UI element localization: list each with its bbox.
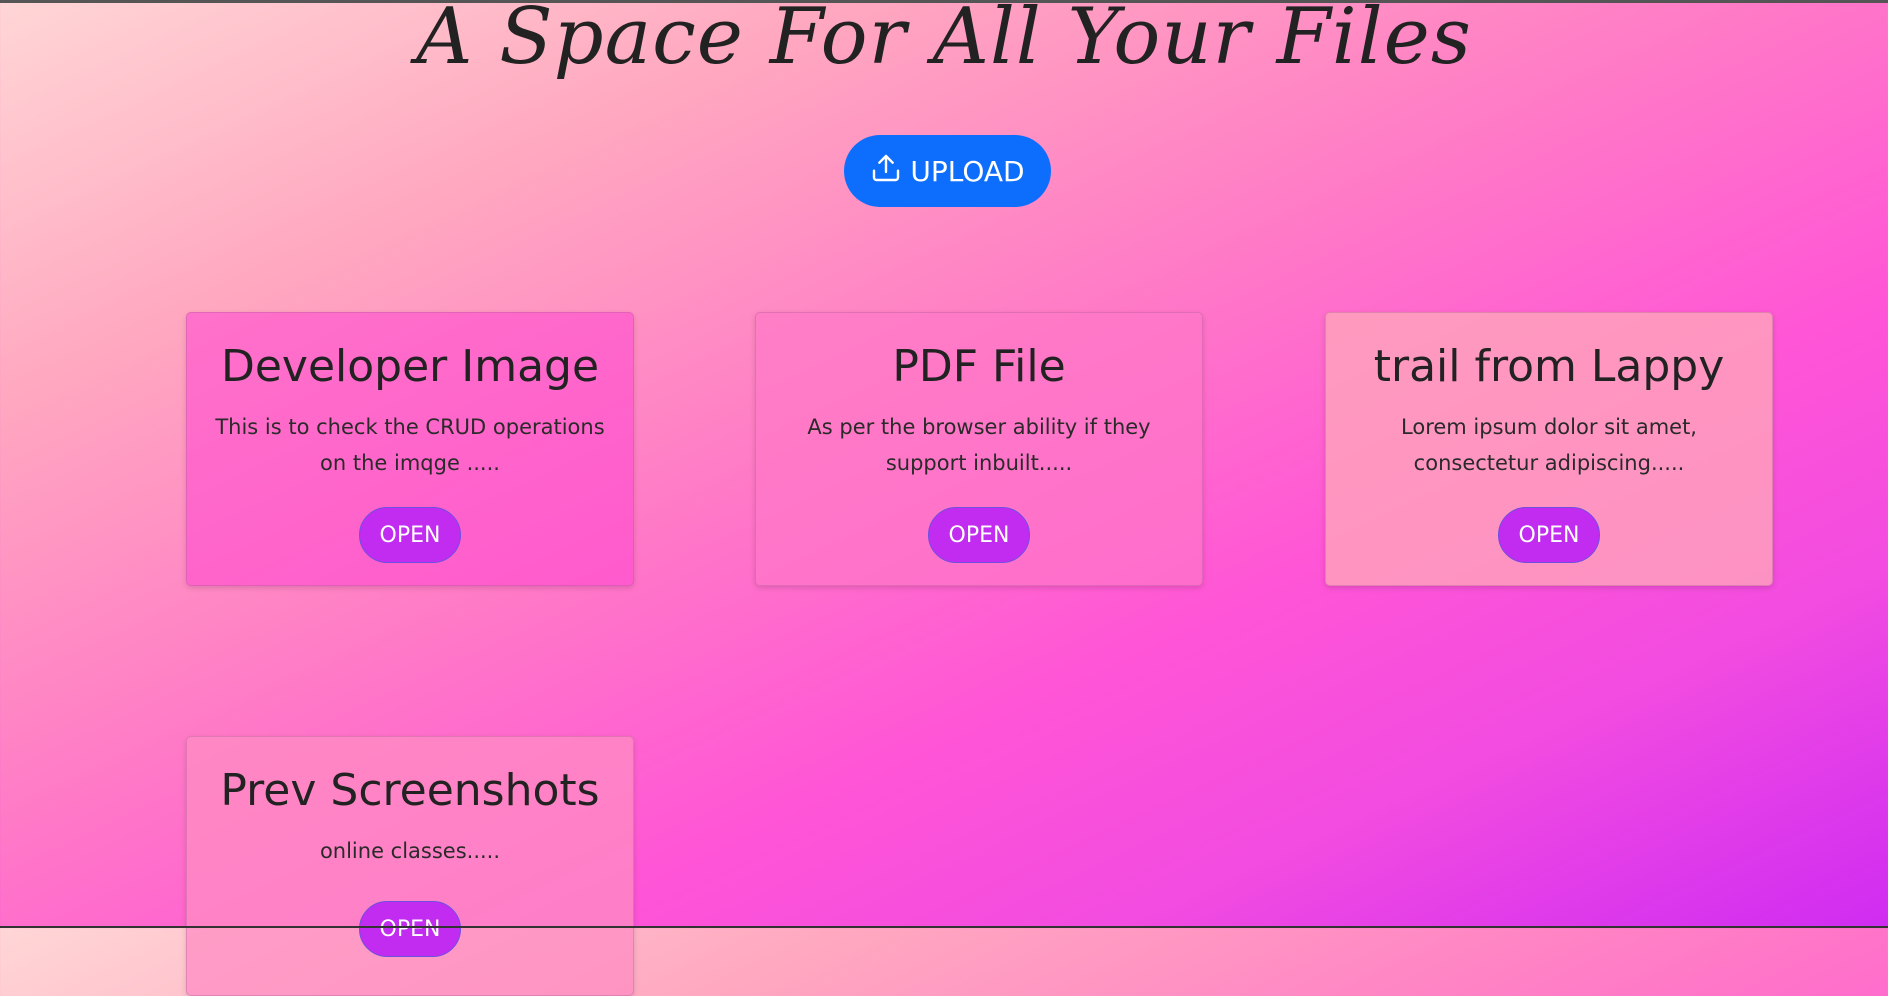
card-description: As per the browser ability if they suppo… xyxy=(807,415,1151,476)
file-card-prev-screenshots: Prev Screenshots online classes..... OPE… xyxy=(186,736,634,996)
card-title: Prev Screenshots xyxy=(220,765,600,816)
card-description: Lorem ipsum dolor sit amet, consectetur … xyxy=(1401,415,1697,476)
card-title: trail from Lappy xyxy=(1373,341,1725,392)
file-card-developer-image: Developer Image This is to check the CRU… xyxy=(186,312,634,586)
upload-button-label: UPLOAD xyxy=(910,154,1025,188)
page-title: A Space For All Your Files xyxy=(416,0,1472,82)
open-button[interactable]: OPEN xyxy=(359,901,461,958)
open-button[interactable]: OPEN xyxy=(928,507,1030,564)
file-card-pdf-file: PDF File As per the browser ability if t… xyxy=(755,312,1203,586)
upload-button[interactable]: UPLOAD xyxy=(844,135,1051,207)
card-title: Developer Image xyxy=(220,341,600,392)
card-description: This is to check the CRUD operations on … xyxy=(215,415,605,476)
open-button[interactable]: OPEN xyxy=(1498,507,1600,564)
open-button[interactable]: OPEN xyxy=(359,507,461,564)
upload-icon xyxy=(870,152,902,191)
card-title: PDF File xyxy=(892,341,1066,392)
file-card-trail-from-lappy: trail from Lappy Lorem ipsum dolor sit a… xyxy=(1325,312,1773,586)
card-description: online classes..... xyxy=(319,839,501,864)
